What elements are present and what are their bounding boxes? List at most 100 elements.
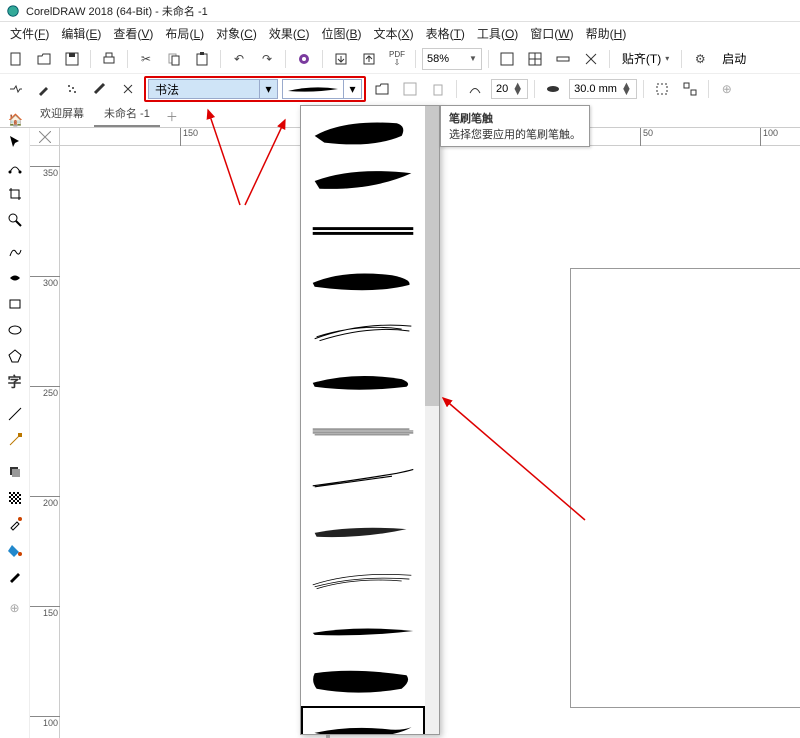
brush-scrollbar[interactable] <box>425 106 439 734</box>
standard-toolbar: ✂ ↶ ↷ PDF⇩ 58% ▼ 贴齐(T) ▾ ⚙ 启动 <box>0 44 800 74</box>
tooltip: 笔刷笔触 选择您要应用的笔刷笔触。 <box>440 105 590 147</box>
brush-stroke-list[interactable] <box>301 106 425 734</box>
spinner-icon[interactable]: ▲▼ <box>621 83 632 95</box>
ruler-origin[interactable] <box>30 128 60 146</box>
menu-bitmap[interactable]: 位图(B) <box>316 23 368 44</box>
artistic-media-tool[interactable] <box>3 266 27 290</box>
menu-effect[interactable]: 效果(C) <box>263 23 316 44</box>
separator <box>456 80 457 98</box>
rectangle-tool[interactable] <box>3 292 27 316</box>
brush-stroke-item[interactable] <box>301 456 425 506</box>
polygon-tool[interactable] <box>3 344 27 368</box>
delete-brush-button[interactable] <box>426 77 450 101</box>
ruler-button[interactable] <box>551 47 575 71</box>
chevron-down-icon[interactable]: ▼ <box>469 54 477 63</box>
home-icon[interactable]: 🏠 <box>8 113 23 127</box>
brush-stroke-item[interactable] <box>301 556 425 606</box>
brush-stroke-item[interactable] <box>301 656 425 706</box>
connector-tool[interactable] <box>3 428 27 452</box>
eyedropper-tool[interactable] <box>3 512 27 536</box>
brush-mode-button[interactable] <box>32 77 56 101</box>
save-brush-button[interactable] <box>398 77 422 101</box>
menu-file[interactable]: 文件(F) <box>4 23 55 44</box>
brush-stroke-item[interactable] <box>301 356 425 406</box>
freehand-tool[interactable] <box>3 240 27 264</box>
undo-button[interactable]: ↶ <box>227 47 251 71</box>
menu-layout[interactable]: 布局(L) <box>159 23 210 44</box>
browse-button[interactable] <box>370 77 394 101</box>
zoom-tool[interactable] <box>3 208 27 232</box>
brush-stroke-item[interactable] <box>301 406 425 456</box>
menu-table[interactable]: 表格(T) <box>420 23 471 44</box>
smoothing-value[interactable]: 20 <box>496 83 508 95</box>
menu-bar: 文件(F) 编辑(E) 查看(V) 布局(L) 对象(C) 效果(C) 位图(B… <box>0 22 800 44</box>
import-button[interactable] <box>329 47 353 71</box>
shape-tool[interactable] <box>3 156 27 180</box>
fill-tool[interactable] <box>3 538 27 562</box>
brush-stroke-item[interactable] <box>301 106 425 156</box>
dimension-tool[interactable] <box>3 402 27 426</box>
menu-view[interactable]: 查看(V) <box>107 23 159 44</box>
save-button[interactable] <box>60 47 84 71</box>
tab-add-button[interactable]: ＋ <box>160 106 184 127</box>
smoothing-input[interactable]: 20 ▲▼ <box>491 79 528 99</box>
add-button[interactable]: ⊕ <box>715 77 739 101</box>
menu-tools[interactable]: 工具(O) <box>471 23 524 44</box>
export-button[interactable] <box>357 47 381 71</box>
chevron-down-icon[interactable]: ▾ <box>343 80 361 98</box>
guides-button[interactable] <box>579 47 603 71</box>
brush-stroke-item-selected[interactable] <box>301 706 425 734</box>
open-button[interactable] <box>32 47 56 71</box>
width-input[interactable]: 30.0 mm ▲▼ <box>569 79 637 99</box>
tab-welcome[interactable]: 欢迎屏幕 <box>30 101 94 127</box>
menu-object[interactable]: 对象(C) <box>210 23 263 44</box>
new-button[interactable] <box>4 47 28 71</box>
paste-button[interactable] <box>190 47 214 71</box>
brush-stroke-item[interactable] <box>301 606 425 656</box>
cut-button[interactable]: ✂ <box>134 47 158 71</box>
brush-stroke-item[interactable] <box>301 306 425 356</box>
zoom-combo[interactable]: 58% ▼ <box>422 48 482 70</box>
brush-scrollbar-thumb[interactable] <box>425 106 439 406</box>
menu-edit[interactable]: 编辑(E) <box>55 23 107 44</box>
transparency-tool[interactable] <box>3 486 27 510</box>
spinner-icon[interactable]: ▲▼ <box>512 83 523 95</box>
brush-stroke-item[interactable] <box>301 506 425 556</box>
crop-tool[interactable] <box>3 182 27 206</box>
bounding-box-button[interactable] <box>650 77 674 101</box>
menu-help[interactable]: 帮助(H) <box>580 23 633 44</box>
fullscreen-button[interactable] <box>495 47 519 71</box>
pick-tool[interactable] <box>3 130 27 154</box>
calligraphic-mode-button[interactable] <box>88 77 112 101</box>
print-button[interactable] <box>97 47 121 71</box>
grid-button[interactable] <box>523 47 547 71</box>
outline-tool[interactable] <box>3 564 27 588</box>
text-tool[interactable]: 字 <box>3 370 27 394</box>
options-button[interactable]: ⚙ <box>688 47 712 71</box>
brush-stroke-item[interactable] <box>301 206 425 256</box>
brush-stroke-combo[interactable]: ▾ <box>282 79 362 99</box>
sprayer-mode-button[interactable] <box>60 77 84 101</box>
drop-shadow-tool[interactable] <box>3 460 27 484</box>
brush-stroke-item[interactable] <box>301 156 425 206</box>
menu-window[interactable]: 窗口(W) <box>524 23 579 44</box>
search-button[interactable] <box>292 47 316 71</box>
pressure-mode-button[interactable] <box>116 77 140 101</box>
menu-text[interactable]: 文本(X) <box>368 23 420 44</box>
launch-button[interactable]: 启动 <box>716 48 752 70</box>
object-props-button[interactable] <box>678 77 702 101</box>
width-value[interactable]: 30.0 mm <box>574 83 617 95</box>
chevron-down-icon[interactable]: ▾ <box>259 80 277 98</box>
brush-category-combo[interactable]: 书法 ▾ <box>148 79 278 99</box>
expand-toolbox[interactable]: ⊕ <box>3 596 27 620</box>
pdf-button[interactable]: PDF⇩ <box>385 47 409 71</box>
redo-button[interactable]: ↷ <box>255 47 279 71</box>
copy-button[interactable] <box>162 47 186 71</box>
ruler-vertical[interactable]: 350 300 250 200 150 100 <box>30 146 60 738</box>
tab-untitled[interactable]: 未命名 -1 <box>94 101 160 127</box>
preset-mode-button[interactable] <box>4 77 28 101</box>
brush-stroke-item[interactable] <box>301 256 425 306</box>
zoom-value[interactable]: 58% <box>427 53 467 65</box>
snap-button[interactable]: 贴齐(T) ▾ <box>616 48 675 70</box>
ellipse-tool[interactable] <box>3 318 27 342</box>
